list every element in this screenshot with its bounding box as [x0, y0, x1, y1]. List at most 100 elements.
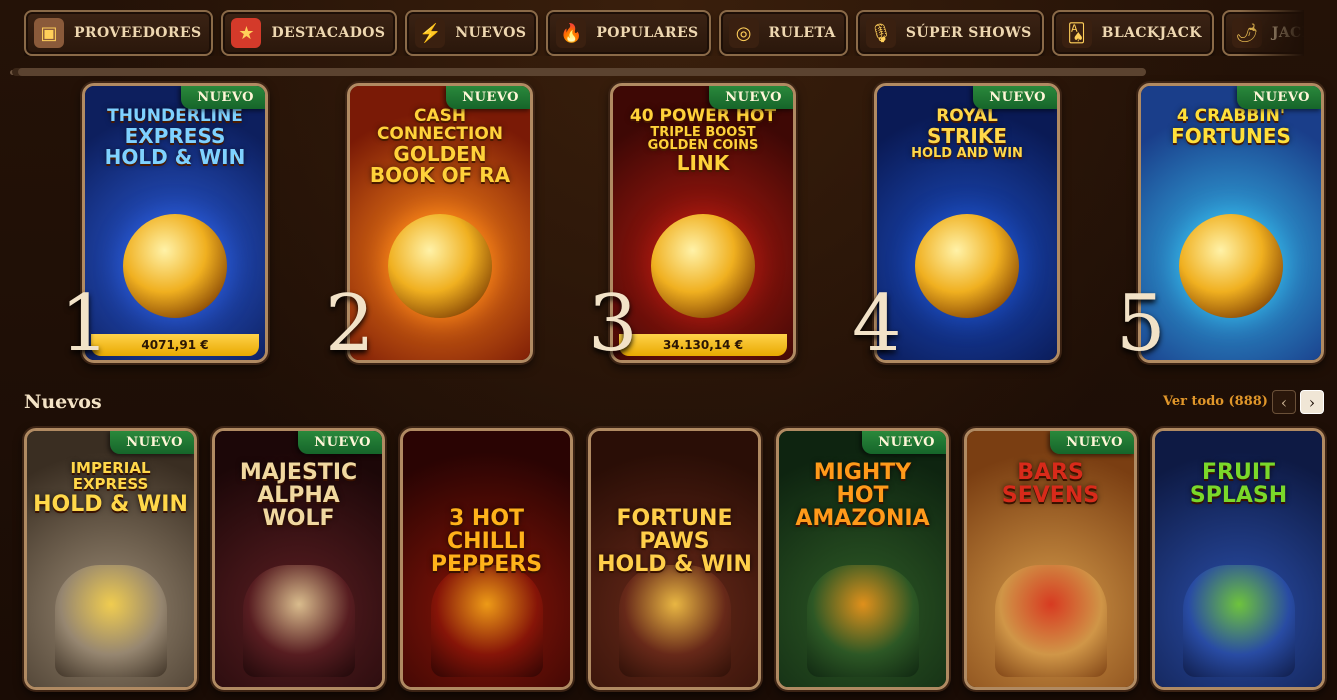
new-badge: NUEVO: [1237, 86, 1321, 109]
rank-number: 5: [1116, 279, 1166, 369]
game-character: [243, 565, 355, 677]
tab-proveedores[interactable]: ▣ PROVEEDORES: [24, 10, 214, 56]
roulette-icon: ◎: [728, 18, 759, 48]
game-character: [431, 565, 543, 677]
game-title-line: HOLD & WIN: [104, 144, 246, 169]
new-badge: NUEVO: [446, 86, 530, 109]
flame-icon: 🔥: [556, 18, 587, 48]
game-artwork: FORTUNE PAWS HOLD & WIN: [591, 431, 758, 687]
game-title-line: IMPERIAL EXPRESS: [70, 459, 151, 493]
game-title: FORTUNE PAWS HOLD & WIN: [597, 507, 752, 576]
game-title-line: MIGHTY HOT: [813, 460, 912, 509]
game-artwork: THUNDERLINE EXPRESS HOLD & WIN: [85, 86, 265, 360]
tab-label: PROVEEDORES: [74, 25, 202, 41]
game-artwork: 4 CRABBIN' FORTUNES: [1141, 86, 1321, 360]
tab-populares[interactable]: 🔥 POPULARES: [546, 10, 711, 56]
new-badge: NUEVO: [973, 86, 1057, 109]
star-icon: ★: [231, 18, 262, 48]
game-artwork: BARS Sevens: [967, 431, 1134, 687]
game-artwork: MAJESTIC ALPHA WOLF: [215, 431, 382, 687]
tab-blackjack[interactable]: 🂡 BLACKJACK: [1051, 10, 1214, 56]
rank-number: 3: [588, 279, 638, 369]
game-title-line: MAJESTIC: [239, 460, 358, 485]
game-title: ROYAL STRIKE HOLD AND WIN: [883, 107, 1051, 160]
game-title-line: FORTUNE: [616, 506, 733, 531]
new-badge: NUEVO: [298, 431, 382, 454]
game-character: [55, 565, 167, 677]
game-title-line: HOLD & WIN: [597, 552, 752, 578]
top-games-ranking: THUNDERLINE EXPRESS HOLD & WIN NUEVO 4071,91…: [0, 83, 1337, 365]
game-artwork: FRUIT SPLASH: [1155, 431, 1322, 687]
scrollbar-thumb[interactable]: [18, 68, 1146, 76]
tab-ruleta[interactable]: ◎ RULETA: [718, 10, 848, 56]
tab-label: BLACKJACK: [1101, 25, 1202, 41]
tab-nuevos[interactable]: ⚡ NUEVOS: [405, 10, 539, 56]
chevron-left-icon: ‹: [1280, 392, 1288, 412]
game-character: [995, 565, 1107, 677]
game-emblem: [651, 214, 755, 318]
game-card[interactable]: IMPERIAL EXPRESS HOLD & WIN NUEVO: [24, 428, 197, 690]
tab-label: POPULARES: [596, 25, 699, 41]
tab-label: SÚPER SHOWS: [905, 25, 1032, 41]
game-card[interactable]: FORTUNE PAWS HOLD & WIN: [588, 428, 761, 690]
new-badge: NUEVO: [181, 86, 265, 109]
see-all-link[interactable]: Ver todo (888): [1163, 394, 1268, 409]
game-artwork: MIGHTY HOT AMAZONIA: [779, 431, 946, 687]
new-badge: NUEVO: [862, 431, 946, 454]
chevron-right-icon: ›: [1308, 392, 1316, 412]
game-card[interactable]: FRUIT SPLASH: [1152, 428, 1325, 690]
cards-icon: 🂡: [1061, 18, 1092, 48]
game-title-line: SPLASH: [1189, 483, 1288, 509]
ranked-game: 4 CRABBIN' FORTUNES NUEVO 5: [1116, 83, 1337, 365]
game-title-line: FORTUNES: [1171, 123, 1291, 148]
game-card[interactable]: MIGHTY HOT AMAZONIA NUEVO: [776, 428, 949, 690]
ranked-game: CASH CONNECTION GOLDEN BOOK OF RA NUEVO 2: [325, 83, 555, 365]
game-title: MAJESTIC ALPHA WOLF: [221, 461, 376, 530]
game-title: IMPERIAL EXPRESS HOLD & WIN: [33, 459, 188, 517]
game-card[interactable]: MAJESTIC ALPHA WOLF NUEVO: [212, 428, 385, 690]
game-title-line: ALPHA WOLF: [257, 483, 340, 532]
microphone-icon: 🎙: [865, 18, 896, 48]
next-page-button[interactable]: ›: [1300, 390, 1324, 414]
game-title-line: LINK: [676, 151, 730, 176]
game-title: MIGHTY HOT AMAZONIA: [785, 461, 940, 530]
tab-label: NUEVOS: [455, 25, 527, 41]
game-title-line: HOLD & WIN: [33, 491, 188, 517]
game-card[interactable]: 3 HOT CHILLI PEPPERS: [400, 428, 573, 690]
game-title-line: PAWS: [639, 529, 710, 555]
game-title: FRUIT SPLASH: [1161, 461, 1316, 507]
game-title-line: STRIKE: [926, 123, 1008, 148]
game-title: 40 POWER HOT Triple BOOST GOLDEN COINS LINK: [619, 107, 787, 176]
tab-label: RULETA: [768, 25, 836, 41]
game-title: 3 HOT CHILLI PEPPERS: [409, 507, 564, 576]
rank-number: 2: [325, 279, 375, 369]
game-title-line: CASH CONNECTION: [376, 106, 504, 144]
rank-number: 1: [60, 279, 110, 369]
ranked-game: ROYAL STRIKE HOLD AND WIN NUEVO 4: [852, 83, 1082, 365]
game-title-line: GOLDEN: [393, 141, 487, 166]
game-artwork: CASH CONNECTION GOLDEN BOOK OF RA: [350, 86, 530, 360]
category-tabs: ▣ PROVEEDORES ★ DESTACADOS ⚡ NUEVOS 🔥 POPULARES…: [24, 10, 1304, 56]
game-title-line: 3 HOT: [448, 506, 525, 531]
jackpot-amount: 4071,91 €: [91, 334, 259, 356]
game-card[interactable]: BARS Sevens NUEVO: [964, 428, 1137, 690]
ranked-game: THUNDERLINE EXPRESS HOLD & WIN NUEVO 4071,91…: [60, 83, 290, 365]
game-title-line: PEPPERS: [430, 552, 543, 578]
game-artwork: ROYAL STRIKE HOLD AND WIN: [877, 86, 1057, 360]
game-title-line: CHILLI: [447, 529, 526, 555]
game-title-line: EXPRESS: [124, 123, 226, 148]
game-title: 4 CRABBIN' FORTUNES: [1147, 107, 1315, 148]
game-emblem: [915, 214, 1019, 318]
game-title-line: AMAZONIA: [795, 506, 930, 532]
tab-súper-shows[interactable]: 🎙 SÚPER SHOWS: [855, 10, 1044, 56]
game-title: BARS Sevens: [973, 461, 1128, 507]
game-character: [1183, 565, 1295, 677]
game-character: [807, 565, 919, 677]
game-artwork: 40 POWER HOT Triple BOOST GOLDEN COINS LINK: [613, 86, 793, 360]
tabs-scrollbar[interactable]: [12, 68, 1146, 76]
game-card[interactable]: THUNDERLINE EXPRESS HOLD & WIN NUEVO 4071,91…: [82, 83, 268, 363]
prev-page-button[interactable]: ‹: [1272, 390, 1296, 414]
game-title-line: BOOK OF RA: [369, 162, 511, 187]
tab-destacados[interactable]: ★ DESTACADOS: [221, 10, 398, 56]
game-title-line: FRUIT: [1201, 460, 1276, 485]
